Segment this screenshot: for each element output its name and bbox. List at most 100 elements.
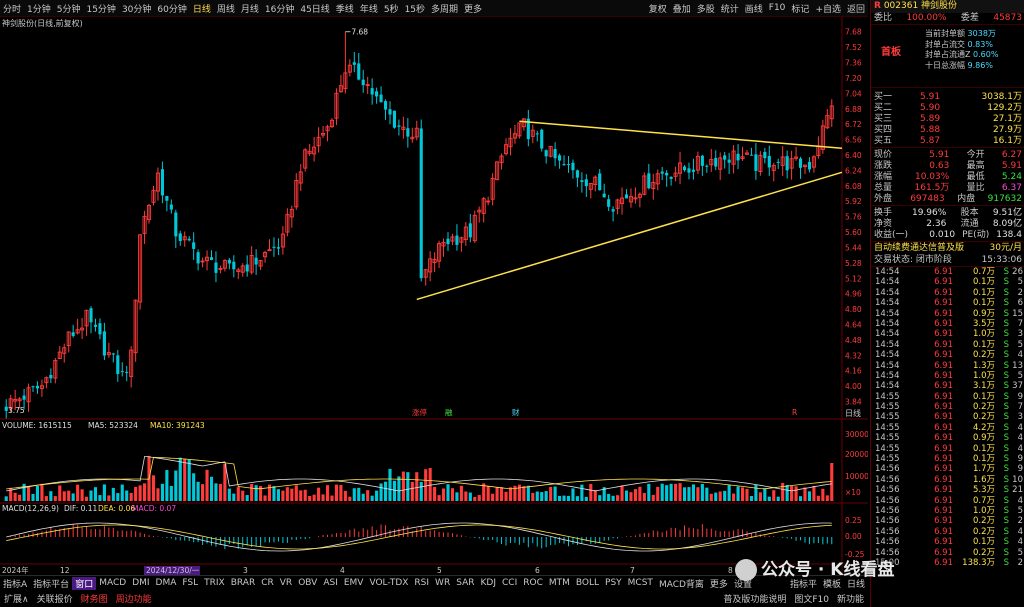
volume-bar [580, 484, 584, 501]
tool-button-0[interactable]: 复权 [646, 2, 670, 15]
tool-button-3[interactable]: 统计 [718, 2, 742, 15]
tick-side: S [1003, 412, 1009, 423]
macd-axis-label: 0.00 [845, 532, 862, 541]
volume-bar [776, 496, 780, 501]
period-tab-12[interactable]: 年线 [357, 2, 381, 15]
period-tab-16[interactable]: 更多 [461, 2, 485, 15]
volume-bar [749, 496, 754, 501]
indicator-tab-9[interactable]: CR [258, 578, 277, 588]
tool-button-7[interactable]: +自选 [812, 2, 844, 15]
stats-value: 8.09亿 [992, 219, 1022, 229]
price-axis-label: 7.68 [845, 28, 862, 37]
stats-row: 净资 2.36 流通 8.09亿 [871, 219, 1024, 230]
indicator-tab-4[interactable]: DMI [129, 578, 152, 588]
tool-button-1[interactable]: 叠加 [670, 2, 694, 15]
volume-bar [651, 494, 655, 501]
period-tab-15[interactable]: 多周期 [428, 2, 461, 15]
period-tab-2[interactable]: 5分钟 [54, 2, 84, 15]
date-axis-label: 8 [728, 566, 733, 575]
volume-bar [107, 495, 111, 501]
indicator-tab-17[interactable]: SAR [453, 578, 477, 588]
period-tab-0[interactable]: 分时 [0, 2, 24, 15]
period-tab-13[interactable]: 5秒 [381, 2, 402, 15]
indicator-tab-1[interactable]: 指标平台 [30, 577, 72, 590]
limit-info-key: 当前封单额 [925, 29, 968, 38]
period-tab-10[interactable]: 45日线 [297, 2, 332, 15]
tool-button-4[interactable]: 画线 [742, 2, 766, 15]
period-tab-1[interactable]: 1分钟 [24, 2, 54, 15]
indicator-tab-11[interactable]: OBV [295, 578, 320, 588]
volume-bar [763, 488, 767, 501]
volume-bar [446, 484, 450, 501]
indicator-tab-8[interactable]: BRAR [228, 578, 258, 588]
price-axis-label: 5.76 [845, 213, 862, 222]
status-item-2[interactable]: 财务图 [77, 592, 112, 605]
period-tab-11[interactable]: 季线 [333, 2, 357, 15]
indicator-tab-6[interactable]: FSL [179, 578, 201, 588]
indicator-tab-14[interactable]: VOL-TDX [366, 578, 411, 588]
indicator-tab-22[interactable]: BOLL [573, 578, 602, 588]
tool-button-5[interactable]: F10 [766, 3, 789, 13]
volume-ma10-line [6, 456, 832, 490]
indicator-tab-13[interactable]: EMV [341, 578, 367, 588]
indicator-tab-10[interactable]: VR [277, 578, 295, 588]
indicator-tab-5[interactable]: DMA [153, 578, 180, 588]
volume-bar [517, 484, 521, 501]
period-tab-9[interactable]: 16分钟 [262, 2, 297, 15]
indicator-tab-16[interactable]: WR [432, 578, 453, 588]
period-tab-5[interactable]: 60分钟 [154, 2, 189, 15]
indicator-tab-15[interactable]: RSI [411, 578, 432, 588]
status-right-1[interactable]: 图文F10 [790, 592, 833, 605]
indicator-tab-2[interactable]: 窗口 [72, 576, 97, 590]
status-right-0[interactable]: 普及版功能说明 [719, 592, 790, 605]
status-right-2[interactable]: 新功能 [833, 592, 868, 605]
indicator-tab-0[interactable]: 指标A [0, 577, 30, 590]
indicator-tab-7[interactable]: TRIX [201, 578, 228, 588]
kline-chart-svg[interactable]: 神剑股份(日线,前复权) 7.68 7.52 7.36 7.20 7.04 6.88 6.72… [0, 17, 869, 575]
indicator-tab-3[interactable]: MACD [96, 578, 129, 588]
trendline-upper [519, 120, 843, 150]
indicator-tab-20[interactable]: ROC [520, 578, 546, 588]
candle-body [602, 193, 606, 198]
tool-button-8[interactable]: 返回 [844, 2, 868, 15]
period-tab-14[interactable]: 15秒 [402, 2, 428, 15]
volume-bar [486, 486, 490, 501]
volume-bar [334, 484, 339, 501]
weibi-label: 委比 [874, 13, 893, 23]
event-marker: 财 [512, 407, 520, 417]
candle-body [406, 128, 410, 137]
status-item-1[interactable]: 关联报价 [33, 592, 77, 605]
candle-body [754, 154, 758, 171]
period-tab-3[interactable]: 15分钟 [83, 2, 118, 15]
status-item-0[interactable]: 扩展∧ [0, 592, 33, 605]
indicator-tab-21[interactable]: MTM [546, 578, 573, 588]
period-tab-6[interactable]: 日线 [190, 2, 214, 15]
tool-button-2[interactable]: 多股 [694, 2, 718, 15]
indicator-tab-19[interactable]: CCI [499, 578, 520, 588]
tick-side: S [1003, 443, 1009, 454]
indicator-tab-18[interactable]: KDJ [478, 578, 500, 588]
dea-label: DEA: 0.06 [98, 504, 135, 513]
indicator-tab-24[interactable]: MCST [625, 578, 656, 588]
tick-row: 14:56 6.91 1.0万 S 5 [871, 506, 1024, 516]
volume-bar [754, 484, 758, 501]
period-tab-7[interactable]: 周线 [214, 2, 238, 15]
indicator-tab-26[interactable]: 更多 [707, 577, 731, 590]
tool-button-6[interactable]: 标记 [788, 2, 812, 15]
period-tab-8[interactable]: 月线 [238, 2, 262, 15]
tick-row: 14:56 6.91 0.1万 S 4 [871, 537, 1024, 547]
bid-spacer [940, 136, 993, 147]
tick-side: S [1003, 516, 1009, 527]
period-tab-4[interactable]: 30分钟 [119, 2, 154, 15]
volume-bar [767, 496, 771, 501]
quote-row: 总量 161.5万 量比 6.37 [871, 183, 1024, 194]
ad-banner[interactable]: 自动续费通达信普及版 30元/月 [871, 241, 1024, 254]
chart-area[interactable]: 神剑股份(日线,前复权) 7.68 7.52 7.36 7.20 7.04 6.88 6.72… [0, 17, 869, 575]
quote-key: 外盘 [874, 194, 893, 204]
tick-list[interactable]: 14:54 6.91 0.7万 S 26 14:54 6.91 0.1万 S 5 14:54 6.91… [871, 266, 1024, 568]
status-item-3[interactable]: 周边功能 [112, 592, 156, 605]
indicator-tab-25[interactable]: MACD背离 [656, 577, 707, 590]
candle-body [736, 153, 740, 161]
indicator-tab-12[interactable]: ASI [320, 578, 341, 588]
indicator-tab-23[interactable]: PSY [602, 578, 625, 588]
